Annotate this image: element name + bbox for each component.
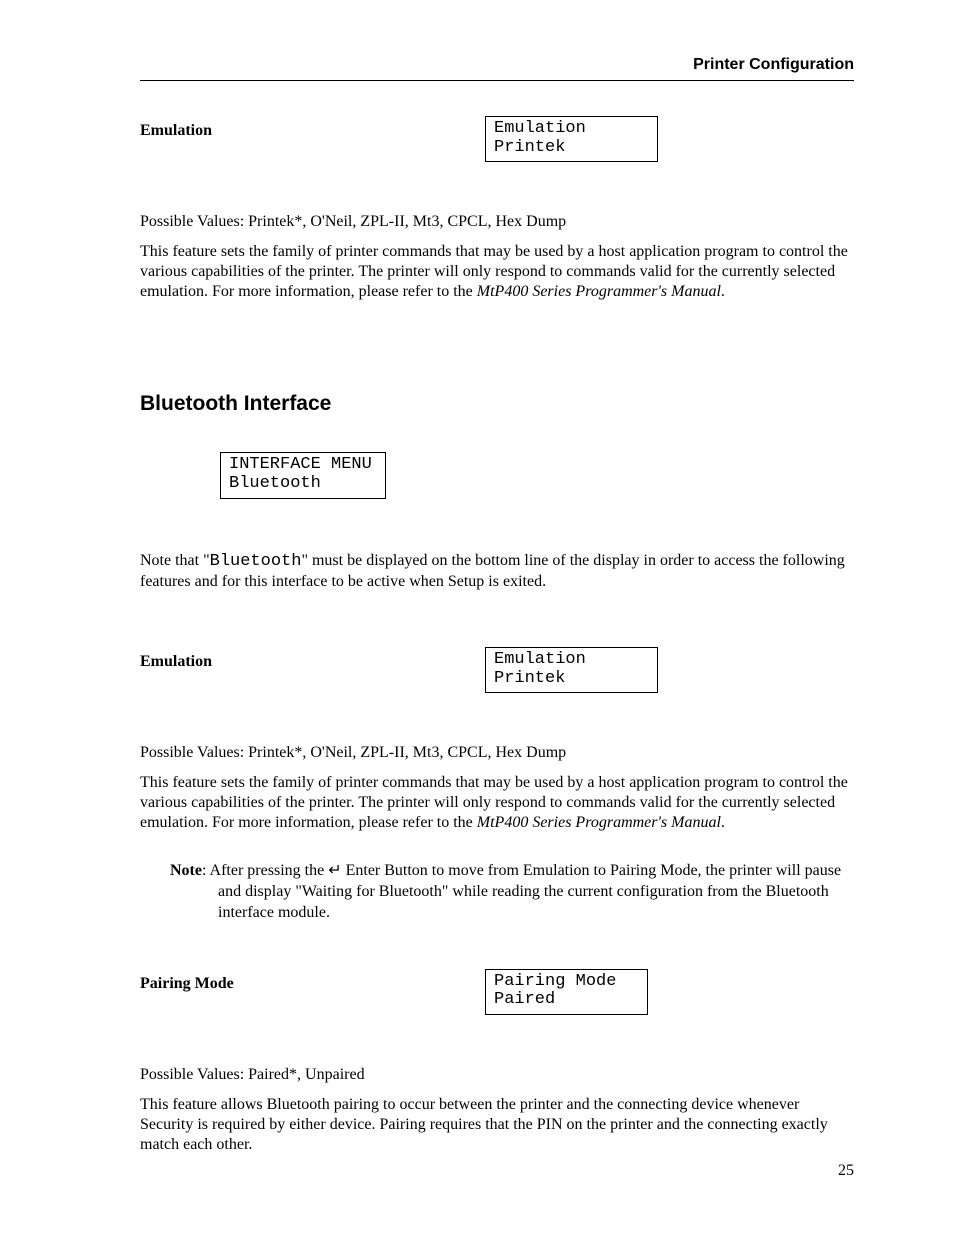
note-label: Note (170, 862, 202, 879)
page-number: 25 (838, 1162, 854, 1180)
possible-values-emulation-2: Possible Values: Printek*, O'Neil, ZPL-I… (140, 743, 854, 763)
field-row-emulation-1: Emulation Emulation Printek (140, 116, 854, 162)
description-emulation-1: This feature sets the family of printer … (140, 242, 854, 302)
mono-bluetooth: Bluetooth (210, 552, 302, 571)
bluetooth-display-note: Note that "Bluetooth" must be displayed … (140, 551, 854, 592)
manual-reference: MtP400 Series Programmer's Manual (477, 283, 721, 300)
field-row-emulation-2: Emulation Emulation Printek (140, 647, 854, 693)
lcd-line: Pairing Mode (494, 973, 639, 992)
note-block: Note: After pressing the ↵ Enter Button … (140, 861, 854, 923)
description-pairing: This feature allows Bluetooth pairing to… (140, 1095, 854, 1155)
lcd-line: Emulation (494, 120, 649, 139)
lcd-line: Bluetooth (229, 475, 377, 494)
lcd-display-emulation-2: Emulation Printek (485, 647, 658, 693)
possible-values-pairing: Possible Values: Paired*, Unpaired (140, 1065, 854, 1085)
page-content: Emulation Emulation Printek Possible Val… (140, 116, 854, 1155)
field-row-pairing-mode: Pairing Mode Pairing Mode Paired (140, 969, 854, 1015)
header-title: Printer Configuration (693, 56, 854, 73)
lcd-line: Paired (494, 991, 639, 1010)
lcd-line: Printek (494, 139, 649, 158)
field-label-emulation-1: Emulation (140, 116, 485, 140)
page: Printer Configuration Emulation Emulatio… (0, 0, 954, 1235)
header-divider (140, 80, 854, 81)
lcd-display-emulation-1: Emulation Printek (485, 116, 658, 162)
lcd-display-interface-menu: INTERFACE MENU Bluetooth (220, 452, 386, 498)
field-label-pairing-mode: Pairing Mode (140, 969, 485, 993)
lcd-wrap-interface-menu: INTERFACE MENU Bluetooth (220, 452, 854, 498)
possible-values-emulation-1: Possible Values: Printek*, O'Neil, ZPL-I… (140, 212, 854, 232)
lcd-line: INTERFACE MENU (229, 456, 377, 475)
manual-reference: MtP400 Series Programmer's Manual (477, 814, 721, 831)
description-emulation-2: This feature sets the family of printer … (140, 773, 854, 833)
enter-icon: ↵ (328, 862, 341, 879)
field-label-emulation-2: Emulation (140, 647, 485, 671)
page-header: Printer Configuration (140, 56, 854, 78)
lcd-display-pairing-mode: Pairing Mode Paired (485, 969, 648, 1015)
section-heading-bluetooth: Bluetooth Interface (140, 392, 854, 416)
lcd-line: Printek (494, 670, 649, 689)
lcd-line: Emulation (494, 651, 649, 670)
